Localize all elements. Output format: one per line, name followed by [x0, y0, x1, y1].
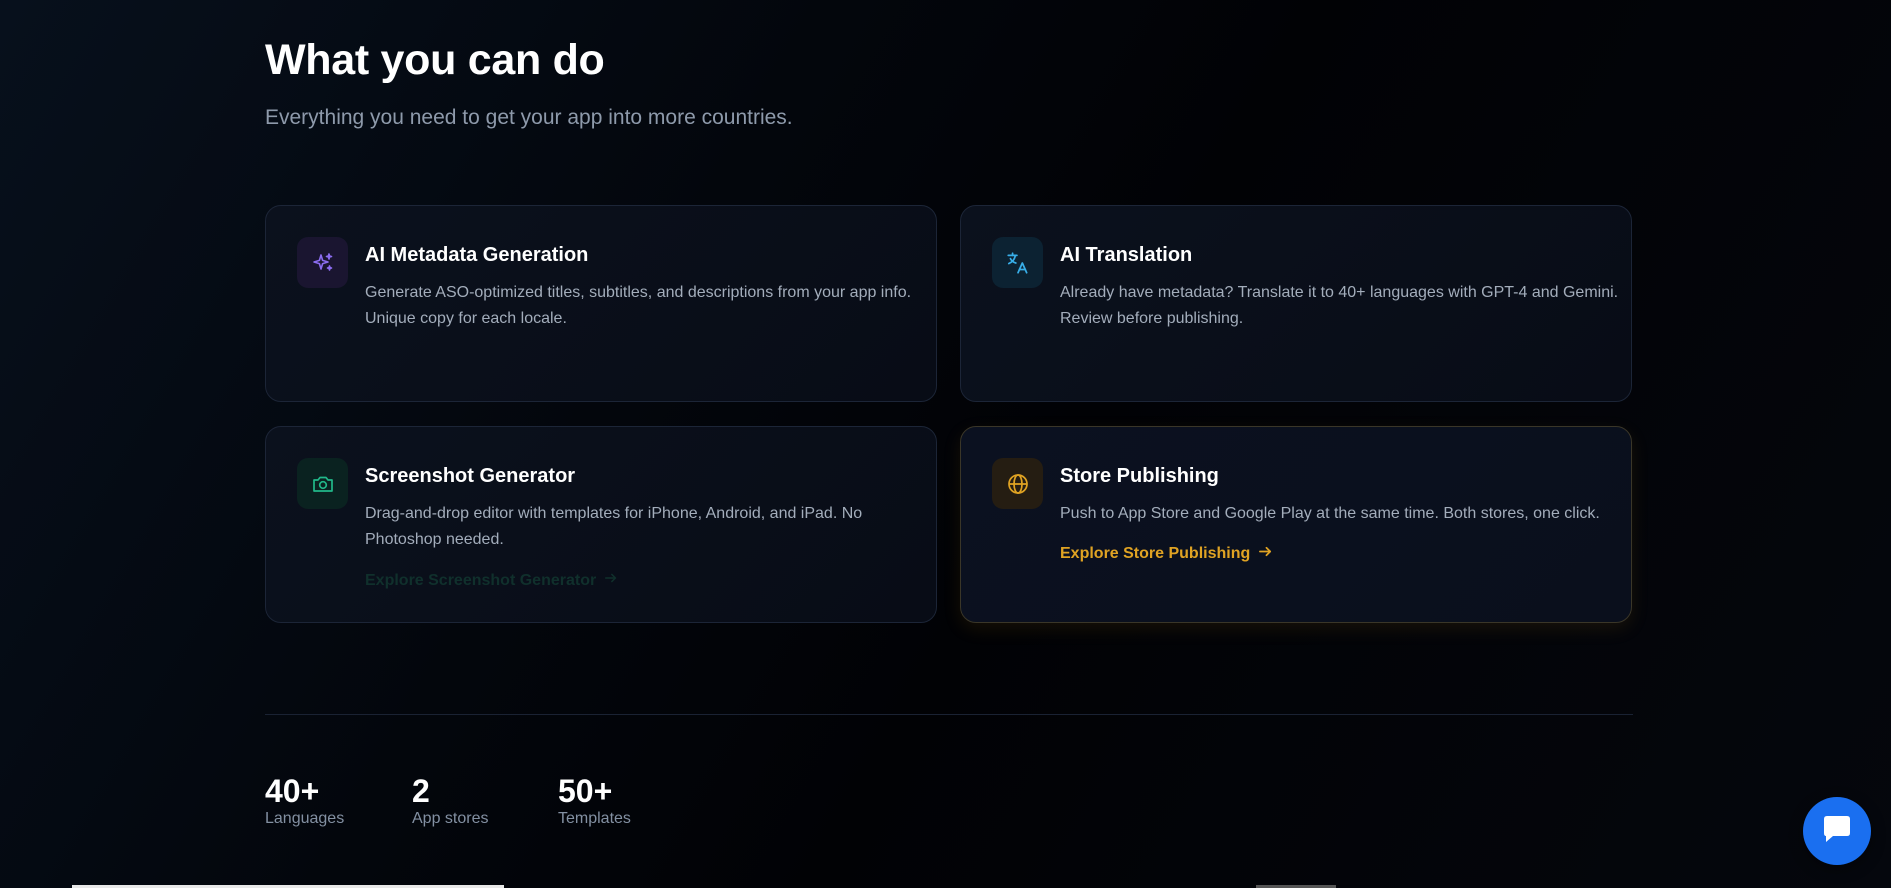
stat-label: Templates — [558, 810, 631, 827]
arrow-right-icon — [604, 571, 618, 590]
feature-title: AI Translation — [1060, 244, 1193, 266]
feature-card-ai-translation[interactable]: AI Translation Already have metadata? Tr… — [960, 205, 1632, 402]
translate-icon — [992, 237, 1043, 288]
link-label: Explore Screenshot Generator — [365, 571, 597, 589]
arrow-right-icon — [1258, 544, 1273, 564]
feature-title: AI Metadata Generation — [365, 244, 589, 266]
stat-value: 40+ — [265, 773, 320, 809]
stat-label: App stores — [412, 810, 489, 827]
link-label: Explore Store Publishing — [1060, 545, 1251, 562]
section-title: What you can do — [265, 36, 605, 84]
feature-card-ai-metadata[interactable]: AI Metadata Generation Generate ASO-opti… — [265, 205, 937, 402]
feature-title: Store Publishing — [1060, 465, 1219, 487]
section-subtitle: Everything you need to get your app into… — [265, 106, 793, 129]
feature-description: Push to App Store and Google Play at the… — [1060, 505, 1600, 522]
stat-label: Languages — [265, 810, 345, 827]
feature-description: Drag-and-drop editor with templates for … — [365, 505, 863, 548]
stat-templates: 50+ Templates — [558, 772, 631, 828]
explore-store-publishing-link[interactable]: Explore Store Publishing — [1060, 544, 1273, 564]
globe-icon — [992, 458, 1043, 509]
stat-app-stores: 2 App stores — [412, 772, 488, 828]
camera-icon — [297, 458, 348, 509]
feature-description: Generate ASO-optimized titles, subtitles… — [365, 284, 912, 327]
stat-value: 50+ — [558, 773, 613, 809]
feature-card-screenshot-generator[interactable]: Screenshot Generator Drag-and-drop edito… — [265, 426, 937, 623]
section-divider — [265, 714, 1633, 715]
explore-screenshot-generator-link[interactable]: Explore Screenshot Generator — [365, 571, 618, 590]
feature-card-store-publishing[interactable]: Store Publishing Push to App Store and G… — [960, 426, 1632, 623]
feature-description: Already have metadata? Translate it to 4… — [1060, 284, 1619, 327]
sparkles-icon — [297, 237, 348, 288]
chat-bubble-icon — [1820, 813, 1854, 850]
stat-languages: 40+ Languages — [265, 772, 344, 828]
stat-value: 2 — [412, 773, 430, 809]
chat-button[interactable] — [1803, 797, 1871, 865]
feature-title: Screenshot Generator — [365, 465, 576, 487]
